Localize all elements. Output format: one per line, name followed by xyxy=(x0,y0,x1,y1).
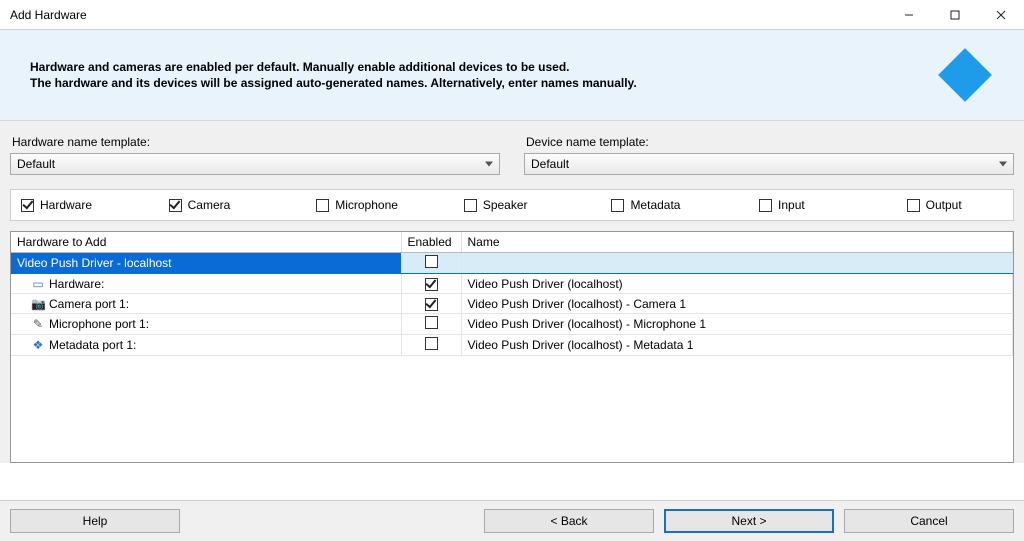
row-enabled-cell[interactable] xyxy=(401,314,461,335)
hw-icon: ▭ xyxy=(31,277,45,291)
maximize-button[interactable] xyxy=(932,0,978,30)
row-label-cell: ▭ Hardware: xyxy=(11,274,401,294)
window-title: Add Hardware xyxy=(0,8,87,22)
chevron-down-icon xyxy=(485,162,493,167)
info-banner: Hardware and cameras are enabled per def… xyxy=(0,30,1024,121)
checkbox-icon[interactable] xyxy=(425,316,438,329)
row-label: Camera port 1: xyxy=(49,297,129,311)
checkbox-icon[interactable] xyxy=(464,199,477,212)
checkbox-icon[interactable] xyxy=(759,199,772,212)
filter-camera[interactable]: Camera xyxy=(169,198,307,212)
checkbox-icon[interactable] xyxy=(425,337,438,350)
row-name-cell[interactable]: Video Push Driver (localhost) - Camera 1 xyxy=(461,294,1013,314)
chevron-down-icon xyxy=(999,162,1007,167)
col-name[interactable]: Name xyxy=(461,232,1013,253)
row-name-cell[interactable]: Video Push Driver (localhost) xyxy=(461,274,1013,294)
filter-bar: Hardware Camera Microphone Speaker Metadata I… xyxy=(10,189,1014,221)
titlebar: Add Hardware xyxy=(0,0,1024,30)
filter-input[interactable]: Input xyxy=(759,198,897,212)
hardware-template-label: Hardware name template: xyxy=(12,135,500,149)
minimize-button[interactable] xyxy=(886,0,932,30)
banner-line2: The hardware and its devices will be ass… xyxy=(30,76,637,90)
mic-icon: ✎ xyxy=(31,317,45,331)
table-group-row[interactable]: Video Push Driver - localhost xyxy=(11,253,1013,274)
hardware-table: Hardware to Add Enabled Name Video Push … xyxy=(10,231,1014,463)
cancel-button[interactable]: Cancel xyxy=(844,509,1014,533)
banner-line1: Hardware and cameras are enabled per def… xyxy=(30,60,570,74)
checkbox-icon[interactable] xyxy=(611,199,624,212)
filter-microphone[interactable]: Microphone xyxy=(316,198,454,212)
row-label-cell: ✎ Microphone port 1: xyxy=(11,314,401,335)
help-button[interactable]: Help xyxy=(10,509,180,533)
device-template-value: Default xyxy=(531,157,569,171)
filter-label: Output xyxy=(926,198,962,212)
close-button[interactable] xyxy=(978,0,1024,30)
filter-label: Camera xyxy=(188,198,231,212)
group-name-cell xyxy=(461,253,1013,274)
row-enabled-cell[interactable] xyxy=(401,335,461,356)
row-name-cell[interactable]: Video Push Driver (localhost) - Micropho… xyxy=(461,314,1013,335)
device-template-select[interactable]: Default xyxy=(524,153,1014,175)
row-label: Hardware: xyxy=(49,277,104,291)
hardware-template-select[interactable]: Default xyxy=(10,153,500,175)
cam-icon: 📷 xyxy=(31,297,45,311)
checkbox-icon[interactable] xyxy=(169,199,182,212)
filter-label: Microphone xyxy=(335,198,398,212)
filter-output[interactable]: Output xyxy=(907,198,1003,212)
checkbox-icon[interactable] xyxy=(425,278,438,291)
filter-label: Speaker xyxy=(483,198,528,212)
row-enabled-cell[interactable] xyxy=(401,294,461,314)
filter-label: Hardware xyxy=(40,198,92,212)
device-template-label: Device name template: xyxy=(526,135,1014,149)
hardware-template-value: Default xyxy=(17,157,55,171)
checkbox-icon[interactable] xyxy=(316,199,329,212)
checkbox-icon[interactable] xyxy=(21,199,34,212)
banner-diamond-icon xyxy=(938,48,992,102)
next-button[interactable]: Next > xyxy=(664,509,834,533)
row-name-cell[interactable]: Video Push Driver (localhost) - Metadata… xyxy=(461,335,1013,356)
table-row[interactable]: ❖ Metadata port 1: Video Push Driver (loca… xyxy=(11,335,1013,356)
col-enabled[interactable]: Enabled xyxy=(401,232,461,253)
checkbox-icon[interactable] xyxy=(425,298,438,311)
table-row[interactable]: 📷 Camera port 1: Video Push Driver (localh… xyxy=(11,294,1013,314)
group-enabled-cell[interactable] xyxy=(401,253,461,274)
row-label: Microphone port 1: xyxy=(49,317,149,331)
template-section: Hardware name template: Default Device n… xyxy=(10,131,1014,175)
row-label-cell: 📷 Camera port 1: xyxy=(11,294,401,314)
banner-text: Hardware and cameras are enabled per def… xyxy=(30,59,938,91)
filter-hardware[interactable]: Hardware xyxy=(21,198,159,212)
group-label: Video Push Driver - localhost xyxy=(11,253,401,274)
filter-label: Metadata xyxy=(630,198,680,212)
row-enabled-cell[interactable] xyxy=(401,274,461,294)
back-button[interactable]: < Back xyxy=(484,509,654,533)
footer-bar: Help < Back Next > Cancel xyxy=(0,500,1024,541)
row-label-cell: ❖ Metadata port 1: xyxy=(11,335,401,356)
col-hardware-to-add[interactable]: Hardware to Add xyxy=(11,232,401,253)
filter-metadata[interactable]: Metadata xyxy=(611,198,749,212)
filter-label: Input xyxy=(778,198,805,212)
meta-icon: ❖ xyxy=(31,338,45,352)
table-row[interactable]: ▭ Hardware: Video Push Driver (localhost) xyxy=(11,274,1013,294)
table-row[interactable]: ✎ Microphone port 1: Video Push Driver (lo… xyxy=(11,314,1013,335)
checkbox-icon[interactable] xyxy=(907,199,920,212)
row-label: Metadata port 1: xyxy=(49,338,136,352)
filter-speaker[interactable]: Speaker xyxy=(464,198,602,212)
